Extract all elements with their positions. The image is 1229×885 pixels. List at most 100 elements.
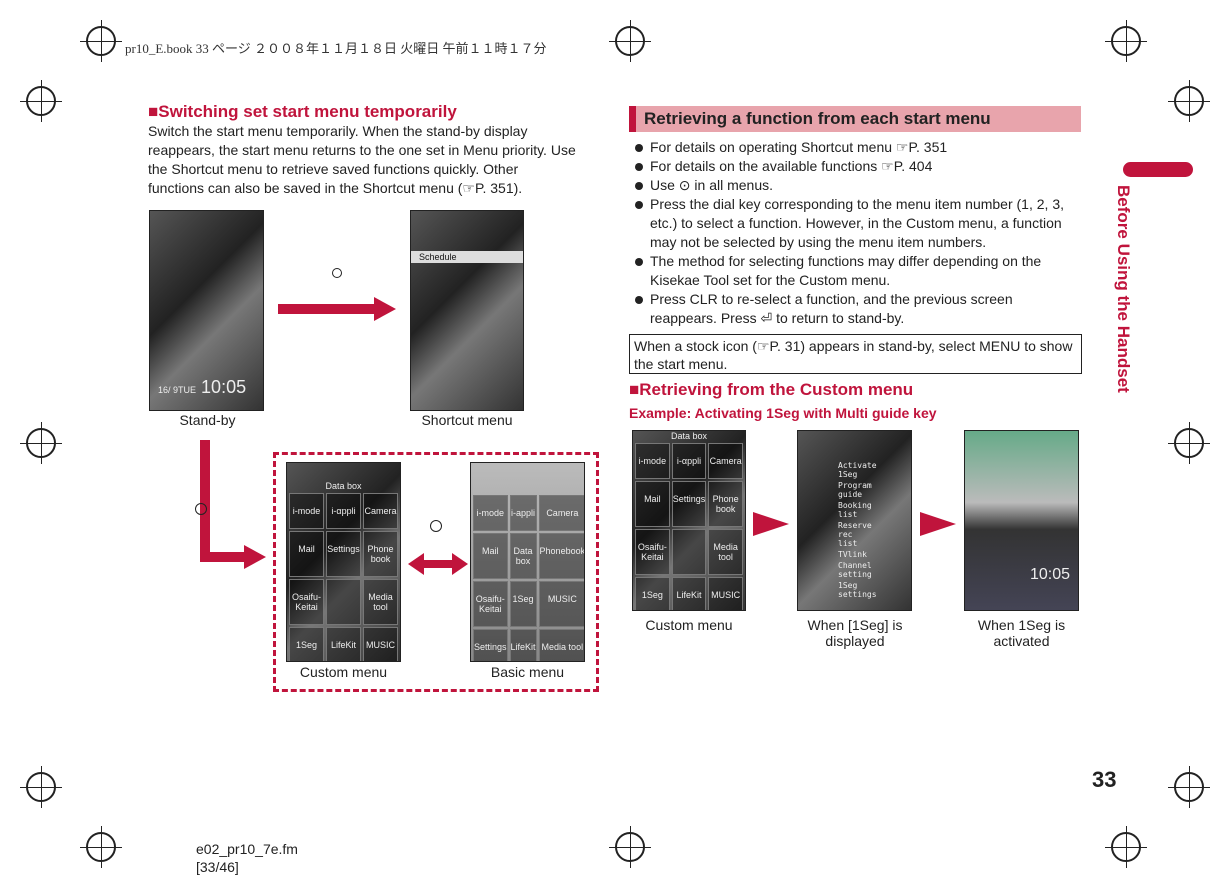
- arrow-head-right: [452, 553, 468, 575]
- standby-screen: 16/ 9TUE 10:05: [149, 210, 264, 411]
- menu-item[interactable]: Settings: [473, 629, 508, 661]
- center-key-icon: [195, 503, 207, 515]
- bullet-item: For details on the available functions ☞…: [632, 157, 1082, 176]
- menu-item[interactable]: Settings: [326, 531, 361, 577]
- menu-item[interactable]: MUSIC: [363, 627, 398, 661]
- menu-item[interactable]: i-mode: [473, 495, 508, 531]
- example-label: Example: Activating 1Seg with Multi guid…: [629, 405, 937, 421]
- custom-header: Data box: [670, 431, 708, 441]
- section-band-title: Retrieving a function from each start me…: [629, 106, 1081, 132]
- registration-mark: [1105, 826, 1147, 868]
- registration-mark: [1168, 80, 1210, 122]
- menu-item[interactable]: Media tool: [363, 579, 398, 625]
- tv-time: 10:05: [1029, 566, 1070, 583]
- menu-item[interactable]: [326, 579, 361, 625]
- menu-item[interactable]: Media tool: [538, 629, 584, 661]
- footer-file: e02_pr10_7e.fm: [196, 841, 298, 857]
- menu-item[interactable]: MUSIC: [538, 581, 584, 627]
- footer: e02_pr10_7e.fm [33/46]: [196, 840, 298, 876]
- registration-mark: [80, 20, 122, 62]
- caption-shortcut: Shortcut menu: [421, 412, 513, 428]
- arrow-head: [244, 545, 266, 569]
- subsection-title: ■Retrieving from the Custom menu: [629, 380, 914, 399]
- menu-item[interactable]: Mail: [473, 533, 508, 579]
- menu-item[interactable]: Reserve rec list: [818, 520, 891, 549]
- arrow-down: [200, 440, 210, 560]
- arrow-right: [278, 304, 378, 314]
- caption-custom: Custom menu: [299, 664, 388, 680]
- bullet-item: For details on operating Shortcut menu ☞…: [632, 138, 1082, 157]
- menu-item[interactable]: Phone book: [708, 481, 743, 527]
- registration-mark: [20, 80, 62, 122]
- caption-basic: Basic menu: [490, 664, 565, 680]
- menu-item[interactable]: MUSIC: [708, 577, 743, 610]
- menu-item[interactable]: Camera: [538, 495, 584, 531]
- menu-item[interactable]: Program guide: [818, 480, 891, 500]
- note-box: When a stock icon (☞P. 31) appears in st…: [629, 334, 1082, 374]
- menu-item[interactable]: i-appli: [509, 495, 537, 531]
- menu-item[interactable]: Booking list: [818, 500, 891, 520]
- menu-item[interactable]: Phone book: [363, 531, 398, 577]
- arrow-bend: [200, 552, 245, 562]
- nav-key-icon: [332, 268, 342, 278]
- bullet-item: Use ⊙ in all menus.: [632, 176, 1082, 195]
- registration-mark: [609, 826, 651, 868]
- menu-item[interactable]: i-mode: [635, 443, 670, 479]
- menu-item[interactable]: 1Seg settings: [818, 580, 891, 600]
- custom-menu-screen-2: Data box i-mode i-αppli Camera Mail Settings…: [632, 430, 746, 611]
- menu-item[interactable]: i-αppli: [671, 443, 707, 479]
- custom-header: Data box: [325, 481, 362, 491]
- bullet-item: Press CLR to re-select a function, and t…: [632, 290, 1082, 328]
- arrow-head: [374, 297, 396, 321]
- registration-mark: [20, 422, 62, 464]
- caption-r2: When [1Seg] is displayed: [807, 617, 903, 649]
- menu-item[interactable]: i-αppli: [326, 493, 361, 529]
- section-title: ■Switching set start menu temporarily: [148, 102, 457, 121]
- footer-pages: [33/46]: [196, 859, 239, 875]
- menu-item[interactable]: Mail: [635, 481, 670, 527]
- caption-r3: When 1Seg is activated: [977, 617, 1066, 649]
- menu-item[interactable]: Camera: [363, 493, 398, 529]
- side-tab: [1123, 162, 1193, 177]
- menu-item[interactable]: Data box: [509, 533, 537, 579]
- basic-menu-screen: i-mode i-appli Camera Mail Data box Phonebook…: [470, 462, 585, 662]
- menu-item[interactable]: Osaifu-Keitai: [473, 581, 508, 627]
- registration-mark: [1105, 20, 1147, 62]
- menu-item[interactable]: Phonebook: [538, 533, 584, 579]
- menu-item[interactable]: TVlink: [818, 549, 891, 560]
- menu-item[interactable]: Media tool: [708, 529, 743, 575]
- menu-item[interactable]: Channel setting: [818, 560, 891, 580]
- arrow-head-left: [408, 553, 424, 575]
- menu-item[interactable]: LifeKit: [671, 577, 707, 610]
- menu-item[interactable]: Settings: [671, 481, 707, 527]
- registration-mark: [20, 766, 62, 808]
- bullet-list: For details on operating Shortcut menu ☞…: [632, 138, 1082, 328]
- menu-item[interactable]: LifeKit: [326, 627, 361, 661]
- menu-item[interactable]: Osaifu-Keitai: [635, 529, 670, 575]
- registration-mark: [609, 20, 651, 62]
- menu-item[interactable]: 1Seg: [509, 581, 537, 627]
- key-icon: [430, 520, 442, 532]
- section-body: Switch the start menu temporarily. When …: [148, 123, 576, 196]
- standby-time: 16/ 9TUE 10:05: [158, 377, 247, 397]
- menu-item[interactable]: Osaifu-Keitai: [289, 579, 324, 625]
- 1seg-menu-screen: Activate 1Seg Program guide Booking list Re…: [797, 430, 912, 611]
- caption-standby: Stand-by: [179, 412, 236, 428]
- 1seg-activated-screen: 10:05: [964, 430, 1079, 611]
- registration-mark: [1168, 422, 1210, 464]
- bullet-item: The method for selecting functions may d…: [632, 252, 1082, 290]
- menu-item[interactable]: [671, 529, 707, 575]
- arrow-right: [753, 512, 789, 536]
- menu-item[interactable]: i-mode: [289, 493, 324, 529]
- registration-mark: [80, 826, 122, 868]
- menu-item[interactable]: 1Seg: [635, 577, 670, 610]
- side-label: Before Using the Handset: [1114, 185, 1133, 393]
- menu-item[interactable]: LifeKit: [509, 629, 537, 661]
- shortcut-menu-screen: Schedule: [410, 210, 524, 411]
- menu-item[interactable]: Activate 1Seg: [818, 460, 891, 480]
- arrow-double: [420, 560, 455, 568]
- menu-item[interactable]: Camera: [708, 443, 743, 479]
- menu-item[interactable]: 1Seg: [289, 627, 324, 661]
- custom-menu-screen: Data box i-mode i-αppli Camera Mail Settings…: [286, 462, 401, 662]
- menu-item[interactable]: Mail: [289, 531, 324, 577]
